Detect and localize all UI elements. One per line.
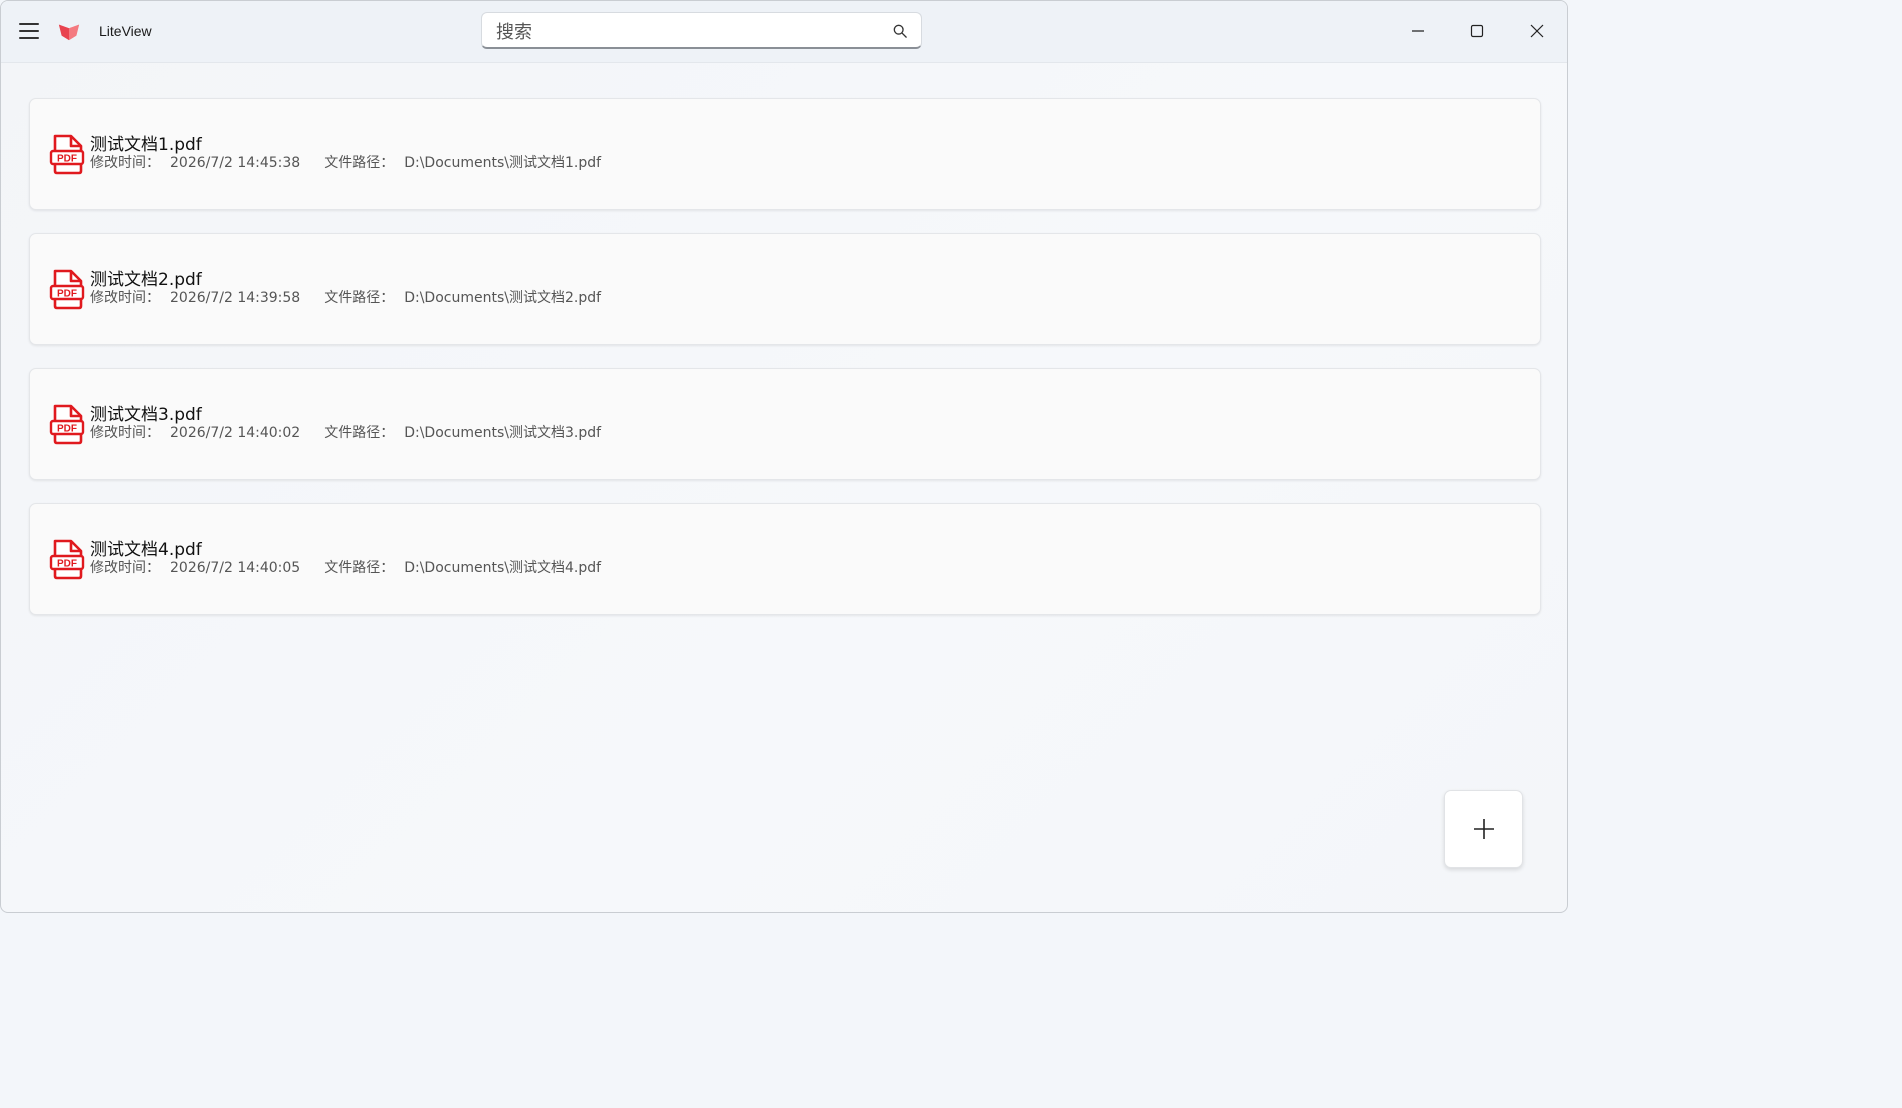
modified-label: 修改时间： bbox=[90, 155, 160, 171]
svg-text:PDF: PDF bbox=[57, 424, 77, 435]
close-button[interactable] bbox=[1521, 15, 1553, 47]
search-input[interactable] bbox=[494, 19, 878, 45]
add-file-button[interactable] bbox=[1444, 790, 1523, 868]
maximize-icon bbox=[1470, 24, 1484, 38]
close-icon bbox=[1530, 24, 1544, 38]
plus-icon bbox=[1473, 819, 1494, 839]
modified-label: 修改时间： bbox=[90, 425, 160, 441]
modified-label: 修改时间： bbox=[90, 560, 160, 576]
svg-text:PDF: PDF bbox=[57, 289, 77, 300]
pdf-file-icon: PDF bbox=[49, 404, 85, 445]
liteview-logo-icon bbox=[58, 24, 80, 41]
path-label: 文件路径： bbox=[324, 155, 395, 171]
pdf-file-icon: PDF bbox=[49, 539, 85, 580]
file-path: D:\Documents\测试文档1.pdf bbox=[404, 155, 602, 171]
file-path: D:\Documents\测试文档2.pdf bbox=[404, 290, 602, 306]
file-card[interactable]: PDF 测试文档1.pdf 修改时间： 2026/7/2 14:45:38 文件路径… bbox=[29, 98, 1541, 210]
app-window: LiteView 搜索 PDF 测试文档1.pdf 修改时间： 2026/7/2… bbox=[0, 0, 1568, 913]
file-card[interactable]: PDF 测试文档2.pdf 修改时间： 2026/7/2 14:39:58 文件路径… bbox=[29, 233, 1541, 345]
file-path: D:\Documents\测试文档3.pdf bbox=[404, 425, 602, 441]
app-title: LiteView bbox=[99, 23, 152, 39]
modified-time: 2026/7/2 14:39:58 bbox=[170, 290, 301, 306]
maximize-button[interactable] bbox=[1461, 15, 1493, 47]
minimize-icon bbox=[1412, 30, 1424, 32]
modified-time: 2026/7/2 14:40:05 bbox=[170, 560, 301, 576]
minimize-button[interactable] bbox=[1402, 15, 1434, 47]
file-meta: 修改时间： 2026/7/2 14:40:05 文件路径： D:\Documents\… bbox=[90, 557, 601, 577]
file-card[interactable]: PDF 测试文档3.pdf 修改时间： 2026/7/2 14:40:02 文件路径… bbox=[29, 368, 1541, 480]
file-meta: 修改时间： 2026/7/2 14:39:58 文件路径： D:\Documents\… bbox=[90, 287, 601, 307]
hamburger-menu-icon[interactable] bbox=[19, 23, 39, 39]
search-box[interactable] bbox=[481, 12, 922, 49]
modified-time: 2026/7/2 14:40:02 bbox=[170, 425, 301, 441]
path-label: 文件路径： bbox=[324, 560, 395, 576]
modified-label: 修改时间： bbox=[90, 290, 160, 306]
svg-text:PDF: PDF bbox=[57, 559, 77, 570]
file-path: D:\Documents\测试文档4.pdf bbox=[404, 560, 602, 576]
pdf-file-icon: PDF bbox=[49, 269, 85, 310]
file-list: PDF 测试文档1.pdf 修改时间： 2026/7/2 14:45:38 文件路径… bbox=[29, 98, 1541, 638]
file-meta: 修改时间： 2026/7/2 14:40:02 文件路径： D:\Documents\… bbox=[90, 422, 601, 442]
path-label: 文件路径： bbox=[324, 425, 395, 441]
file-card[interactable]: PDF 测试文档4.pdf 修改时间： 2026/7/2 14:40:05 文件路径… bbox=[29, 503, 1541, 615]
title-bar[interactable]: LiteView bbox=[1, 1, 1567, 63]
modified-time: 2026/7/2 14:45:38 bbox=[170, 155, 301, 171]
pdf-file-icon: PDF bbox=[49, 134, 85, 175]
file-meta: 修改时间： 2026/7/2 14:45:38 文件路径： D:\Documents\… bbox=[90, 152, 601, 172]
path-label: 文件路径： bbox=[324, 290, 395, 306]
svg-text:PDF: PDF bbox=[57, 154, 77, 165]
search-icon[interactable] bbox=[893, 24, 907, 38]
